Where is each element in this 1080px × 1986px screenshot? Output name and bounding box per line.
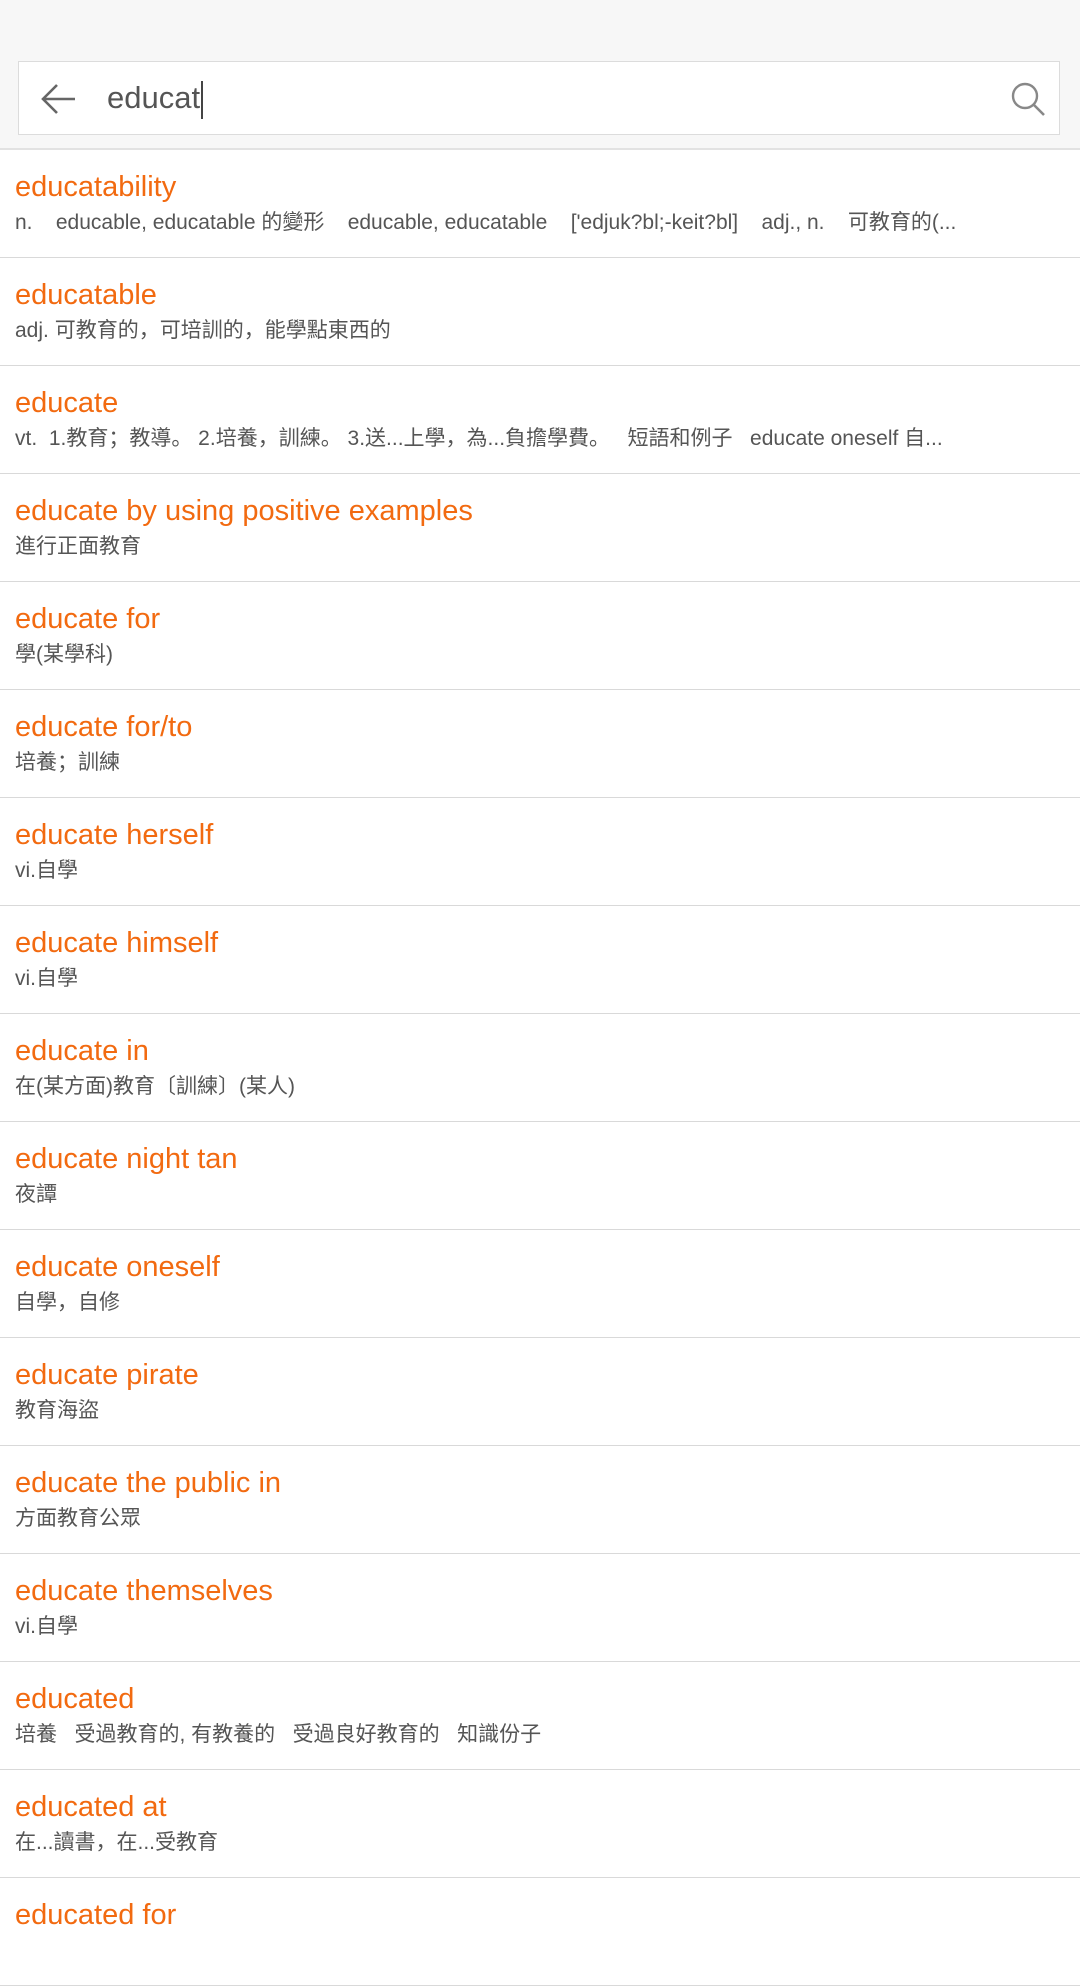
result-word: educate themselves <box>15 1575 273 1607</box>
text-caret <box>201 80 204 119</box>
result-item[interactable]: educate himself vi.自學 <box>0 906 1080 1014</box>
search-bar[interactable]: educat <box>18 61 1060 135</box>
result-item[interactable]: educate for/to 培養；訓練 <box>0 690 1080 798</box>
result-word: educate herself <box>15 819 214 851</box>
result-item[interactable]: educated 培養 受過教育的, 有教養的 受過良好教育的 知識份子 <box>0 1662 1080 1770</box>
result-word: educate in <box>15 1035 149 1067</box>
result-word: educate night tan <box>15 1143 238 1175</box>
result-word: educated at <box>15 1791 167 1823</box>
arrow-left-icon[interactable] <box>39 80 79 118</box>
result-word: educated for <box>15 1899 177 1931</box>
result-word: educatability <box>15 171 177 203</box>
result-word: educate oneself <box>15 1251 220 1283</box>
result-item[interactable]: educate by using positive examples 進行正面教育 <box>0 474 1080 582</box>
result-word: educate the public in <box>15 1467 282 1499</box>
result-definition: vt. 1.教育；教導。 2.培養，訓練。 3.送...上學，為...負擔學費。… <box>15 427 943 450</box>
search-icon[interactable] <box>1009 80 1047 118</box>
search-query-text: educat <box>107 80 201 115</box>
result-definition: 學(某學科) <box>15 643 113 666</box>
result-definition: 培養 受過教育的, 有教養的 受過良好教育的 知識份子 <box>15 1723 542 1746</box>
result-definition: adj. 可教育的，可培訓的，能學點東西的 <box>15 319 391 342</box>
result-item[interactable]: educate for 學(某學科) <box>0 582 1080 690</box>
result-item[interactable]: educate vt. 1.教育；教導。 2.培養，訓練。 3.送...上學，為.… <box>0 366 1080 474</box>
result-item[interactable]: educate pirate 教育海盜 <box>0 1338 1080 1446</box>
result-definition: n. educable, educatable 的變形 educable, ed… <box>15 211 957 234</box>
result-item[interactable]: educated for <box>0 1878 1080 1986</box>
result-definition: vi.自學 <box>15 1615 78 1638</box>
result-word: educate <box>15 387 119 419</box>
result-definition: 方面教育公眾 <box>15 1507 141 1530</box>
result-word: educatable <box>15 279 157 311</box>
result-definition: 在(某方面)教育〔訓練〕(某人) <box>15 1075 295 1098</box>
result-definition: 自學，自修 <box>15 1291 120 1314</box>
results-list: educatability n. educable, educatable 的變形… <box>0 150 1080 1986</box>
result-definition: 夜譚 <box>15 1183 57 1206</box>
result-item[interactable]: educatable adj. 可教育的，可培訓的，能學點東西的 <box>0 258 1080 366</box>
result-word: educate for <box>15 603 161 635</box>
result-word: educate himself <box>15 927 219 959</box>
result-definition: 培養；訓練 <box>15 751 120 774</box>
result-word: educate by using positive examples <box>15 495 473 527</box>
result-definition: 教育海盜 <box>15 1399 99 1422</box>
top-bar: educat <box>0 0 1080 150</box>
result-definition: 進行正面教育 <box>15 535 141 558</box>
result-word: educate pirate <box>15 1359 199 1391</box>
result-word: educated <box>15 1683 135 1715</box>
result-item[interactable]: educated at 在...讀書，在...受教育 <box>0 1770 1080 1878</box>
result-item[interactable]: educate oneself 自學，自修 <box>0 1230 1080 1338</box>
result-definition: 在...讀書，在...受教育 <box>15 1831 219 1854</box>
result-item[interactable]: educate the public in 方面教育公眾 <box>0 1446 1080 1554</box>
result-item[interactable]: educate night tan 夜譚 <box>0 1122 1080 1230</box>
result-item[interactable]: educatability n. educable, educatable 的變形… <box>0 150 1080 258</box>
result-item[interactable]: educate in 在(某方面)教育〔訓練〕(某人) <box>0 1014 1080 1122</box>
result-item[interactable]: educate herself vi.自學 <box>0 798 1080 906</box>
result-definition: vi.自學 <box>15 859 78 882</box>
result-item[interactable]: educate themselves vi.自學 <box>0 1554 1080 1662</box>
search-input[interactable]: educat <box>107 76 204 120</box>
result-definition: vi.自學 <box>15 967 78 990</box>
result-word: educate for/to <box>15 711 193 743</box>
